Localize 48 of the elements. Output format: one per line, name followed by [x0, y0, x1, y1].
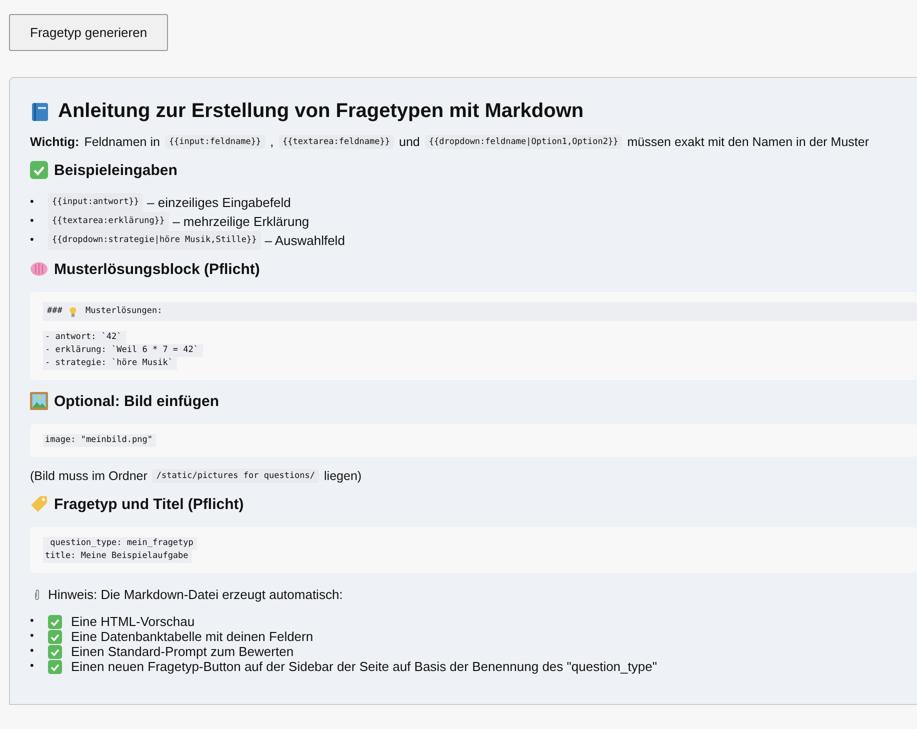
- paragraph-text: müssen exakt mit den Namen in der Muster: [627, 135, 870, 149]
- bullet: •: [30, 614, 35, 629]
- inline-code: /static/pictures for questions/: [152, 469, 320, 483]
- brain-icon: [30, 260, 48, 278]
- list-item-text: Eine HTML-Vorschau: [71, 614, 195, 629]
- paragraph-text: liegen): [324, 469, 362, 483]
- bullet: •: [30, 644, 35, 659]
- code-text: Musterlösungen:: [85, 305, 162, 318]
- checkmark-icon: [48, 630, 62, 644]
- checkmark-icon: [48, 614, 62, 628]
- bullet: •: [30, 629, 35, 644]
- inline-code: {{dropdown:strategie|höre Musik,Stille}}: [48, 231, 261, 250]
- paragraph-text: (Bild muss im Ordner: [30, 469, 148, 483]
- paragraph-text: Feldnamen in: [84, 135, 160, 149]
- list-item-text: – mehrzeilige Erklärung: [172, 214, 310, 229]
- bullet: •: [30, 659, 35, 674]
- book-icon: [30, 100, 50, 122]
- section-heading: Optional: Bild einfügen: [54, 392, 219, 410]
- section-heading: Fragetyp und Titel (Pflicht): [54, 496, 244, 512]
- paperclip-icon: [34, 588, 40, 602]
- page-title: Anleitung zur Erstellung von Fragetypen mit Markdown: [58, 100, 584, 123]
- section-heading: Musterlösungsblock (Pflicht): [54, 260, 260, 278]
- checkmark-icon: [48, 644, 62, 658]
- bullet: •: [30, 214, 35, 229]
- note-text: Hinweis: Die Markdown-Datei erzeugt automatisch:: [48, 587, 343, 602]
- list-item-text: – einzeiliges Eingabefeld: [147, 195, 291, 210]
- bullet: •: [30, 233, 35, 248]
- inline-code: {{input:antwort}}: [48, 193, 143, 212]
- list-item-text: Eine Datenbanktabelle mit deinen Feldern: [71, 629, 314, 644]
- inline-code: {{textarea:feldname}}: [278, 135, 394, 149]
- paragraph-text: ,: [270, 135, 274, 149]
- checkmark-icon: [30, 161, 48, 179]
- list-item-text: – Auswahlfeld: [264, 233, 345, 248]
- tag-icon: [30, 495, 48, 513]
- bullet: •: [30, 195, 35, 210]
- inline-code: {{input:feldname}}: [164, 135, 266, 149]
- lightbulb-icon: [69, 306, 78, 318]
- list-item-text: Einen Standard-Prompt zum Bewerten: [71, 644, 294, 659]
- section-heading: Beispieleingaben: [54, 162, 178, 178]
- generate-button[interactable]: Fragetyp generieren: [9, 14, 168, 51]
- important-label: Wichtig:: [30, 135, 80, 149]
- list-item-text: Einen neuen Fragetyp-Button auf der Sidebar der Seite auf Basis der Benennung des "question_type": [71, 659, 657, 674]
- checkmark-icon: [48, 660, 62, 674]
- picture-icon: [30, 392, 48, 410]
- inline-code: {{textarea:erklärung}}: [48, 212, 169, 231]
- code-text: ###: [47, 305, 64, 318]
- inline-code: {{dropdown:feldname|Option1,Option2}}: [424, 135, 622, 149]
- paragraph-text: und: [399, 135, 420, 149]
